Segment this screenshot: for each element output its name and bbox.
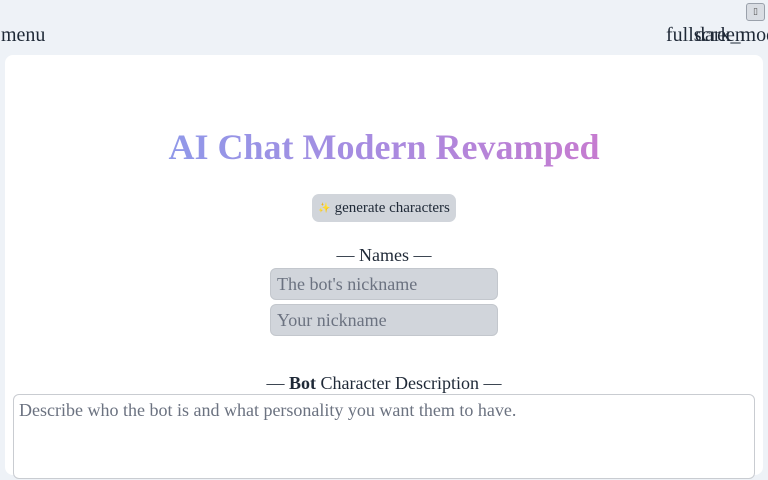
- desc-label-suffix: Character Description —: [316, 373, 502, 393]
- bot-nickname-input[interactable]: [270, 268, 498, 300]
- bot-description-label: — Bot Character Description —: [5, 372, 763, 394]
- generate-characters-label: generate characters: [334, 199, 450, 216]
- top-bar: menu ▯ fullscreen dark_mode: [0, 0, 768, 55]
- user-nickname-input[interactable]: [270, 304, 498, 336]
- page-title: AI Chat Modern Revamped: [5, 127, 763, 167]
- sparkle-icon: ✨: [318, 202, 331, 214]
- main-card: AI Chat Modern Revamped ✨ generate chara…: [5, 55, 763, 479]
- generate-characters-button[interactable]: ✨ generate characters: [312, 194, 456, 222]
- names-section-label: — Names —: [336, 245, 432, 265]
- square-icon[interactable]: ▯: [746, 3, 765, 21]
- desc-label-prefix: —: [266, 373, 290, 393]
- bot-description-textarea[interactable]: [13, 394, 755, 479]
- desc-label-bold: Bot: [289, 373, 317, 393]
- dark-mode-button[interactable]: dark_mode: [695, 23, 768, 47]
- menu-button[interactable]: menu: [1, 23, 45, 47]
